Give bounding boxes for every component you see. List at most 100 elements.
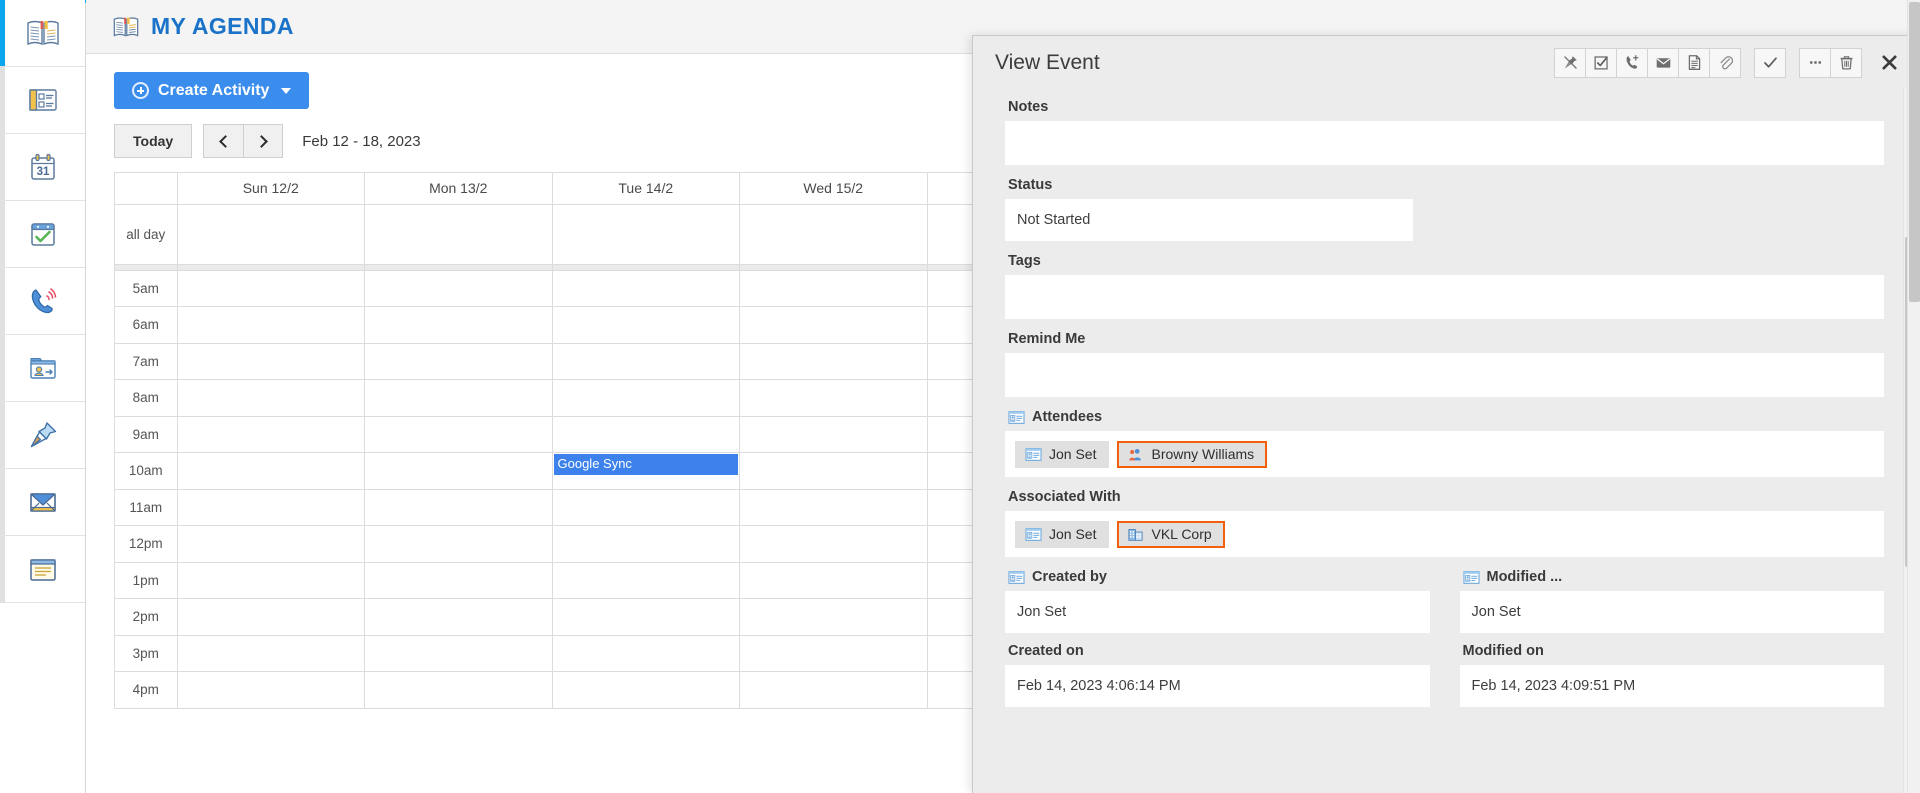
created-by-label-row: Created by [1005, 559, 1430, 591]
next-week-button[interactable] [243, 124, 283, 158]
entity-chip[interactable]: Browny Williams [1117, 441, 1267, 468]
task-button[interactable] [1585, 48, 1617, 78]
calendar-cell[interactable] [740, 599, 928, 636]
calendar-cell[interactable] [365, 599, 553, 636]
calendar-cell[interactable] [177, 453, 365, 490]
page-scrollbar-thumb[interactable] [1909, 2, 1920, 302]
calendar-cell[interactable] [177, 380, 365, 417]
calendar-cell[interactable] [740, 526, 928, 563]
calendar-cell[interactable] [365, 526, 553, 563]
calendar-cell[interactable] [552, 343, 740, 380]
calendar-event[interactable]: Google Sync [554, 454, 739, 475]
sidebar-item-calendar[interactable]: 31 [0, 134, 85, 201]
sidebar-item-tasks[interactable] [0, 201, 85, 268]
calendar-day-header: Sun 12/2 [177, 173, 365, 204]
calendar-allday-cell[interactable] [740, 204, 928, 264]
panel-scroll-region[interactable]: Notes Status Not Started Tags Remind Me [1005, 89, 1894, 793]
mail-button[interactable] [1647, 48, 1679, 78]
calendar-cell[interactable] [552, 380, 740, 417]
calendar-cell[interactable] [365, 453, 553, 490]
calendar-cell[interactable] [177, 416, 365, 453]
hour-label: 11am [115, 489, 177, 526]
attendees-chips[interactable]: Jon Set Browny Williams [1005, 431, 1884, 477]
calendar-cell[interactable] [365, 380, 553, 417]
calendar-cell[interactable] [177, 672, 365, 709]
status-input[interactable]: Not Started [1005, 199, 1413, 241]
calendar-cell[interactable] [552, 526, 740, 563]
calendar-cell[interactable] [365, 416, 553, 453]
calendar-cell[interactable] [365, 672, 553, 709]
calendar-cell[interactable] [740, 343, 928, 380]
more-options-button[interactable] [1799, 48, 1831, 78]
calendar-cell[interactable] [552, 599, 740, 636]
calendar-cell[interactable] [740, 270, 928, 307]
field-created-by: Created by Jon Set [1005, 559, 1430, 633]
calendar-cell[interactable] [552, 270, 740, 307]
pin-button[interactable] [1554, 48, 1586, 78]
calendar-cell[interactable] [365, 307, 553, 344]
calendar-cell[interactable] [177, 489, 365, 526]
calendar-allday-cell[interactable] [177, 204, 365, 264]
calendar-allday-cell[interactable] [552, 204, 740, 264]
calendar-cell[interactable] [177, 307, 365, 344]
calendar-cell[interactable] [177, 526, 365, 563]
page-scrollbar[interactable] [1907, 0, 1920, 793]
sidebar-item-notes[interactable] [0, 536, 85, 603]
entity-chip[interactable]: Jon Set [1015, 441, 1109, 468]
calendar-cell[interactable] [552, 672, 740, 709]
calendar-allday-cell[interactable] [365, 204, 553, 264]
calendar-day-header: Mon 13/2 [365, 173, 553, 204]
calendar-cell[interactable] [365, 562, 553, 599]
calendar-cell[interactable] [365, 343, 553, 380]
calendar-cell[interactable] [740, 635, 928, 672]
calendar-cell[interactable] [740, 672, 928, 709]
prev-week-button[interactable] [203, 124, 243, 158]
calendar-cell[interactable] [177, 599, 365, 636]
sidebar-item-pinned[interactable] [0, 402, 85, 469]
calendar-cell[interactable] [552, 416, 740, 453]
remind-me-label: Remind Me [1005, 321, 1884, 353]
calendar-cell[interactable] [740, 562, 928, 599]
calendar-cell[interactable] [740, 416, 928, 453]
sidebar-item-mail[interactable] [0, 469, 85, 536]
modified-by-label-row: Modified ... [1460, 559, 1885, 591]
calendar-cell[interactable] [552, 635, 740, 672]
attachment-button[interactable] [1709, 48, 1741, 78]
calendar-cell[interactable] [740, 453, 928, 490]
calendar-cell[interactable] [177, 635, 365, 672]
save-button[interactable] [1754, 48, 1786, 78]
create-activity-button[interactable]: Create Activity [114, 72, 309, 109]
calendar-cell[interactable] [740, 307, 928, 344]
entity-chip[interactable]: VKL Corp [1117, 521, 1224, 548]
calendar-cell[interactable] [177, 270, 365, 307]
today-button[interactable]: Today [114, 124, 192, 158]
calendar-cell[interactable] [552, 489, 740, 526]
calendar-cell[interactable] [177, 343, 365, 380]
calendar-cell[interactable] [740, 489, 928, 526]
calendar-cell[interactable] [552, 562, 740, 599]
remind-me-input[interactable] [1005, 353, 1884, 397]
calendar-cell[interactable] [365, 635, 553, 672]
sidebar-item-calls[interactable] [0, 268, 85, 335]
delete-button[interactable] [1830, 48, 1862, 78]
calendar-cell[interactable] [365, 489, 553, 526]
entity-chip[interactable]: Jon Set [1015, 521, 1109, 548]
created-on-label: Created on [1005, 633, 1430, 665]
sidebar-item-news[interactable] [0, 67, 85, 134]
calendar-cell[interactable] [740, 380, 928, 417]
sidebar-item-contacts[interactable] [0, 335, 85, 402]
hour-label: 5am [115, 270, 177, 307]
phone-button[interactable] [1616, 48, 1648, 78]
close-panel-button[interactable] [1874, 48, 1904, 78]
sidebar-item-agenda[interactable] [0, 0, 85, 67]
calendar-cell[interactable]: Google Sync [552, 453, 740, 490]
notes-input[interactable] [1005, 121, 1884, 165]
people-icon [1127, 447, 1144, 462]
page-title: MY AGENDA [151, 13, 294, 40]
calendar-cell[interactable] [177, 562, 365, 599]
document-button[interactable] [1678, 48, 1710, 78]
calendar-cell[interactable] [552, 307, 740, 344]
tags-input[interactable] [1005, 275, 1884, 319]
associated-with-chips[interactable]: Jon Set VKL Corp [1005, 511, 1884, 557]
calendar-cell[interactable] [365, 270, 553, 307]
